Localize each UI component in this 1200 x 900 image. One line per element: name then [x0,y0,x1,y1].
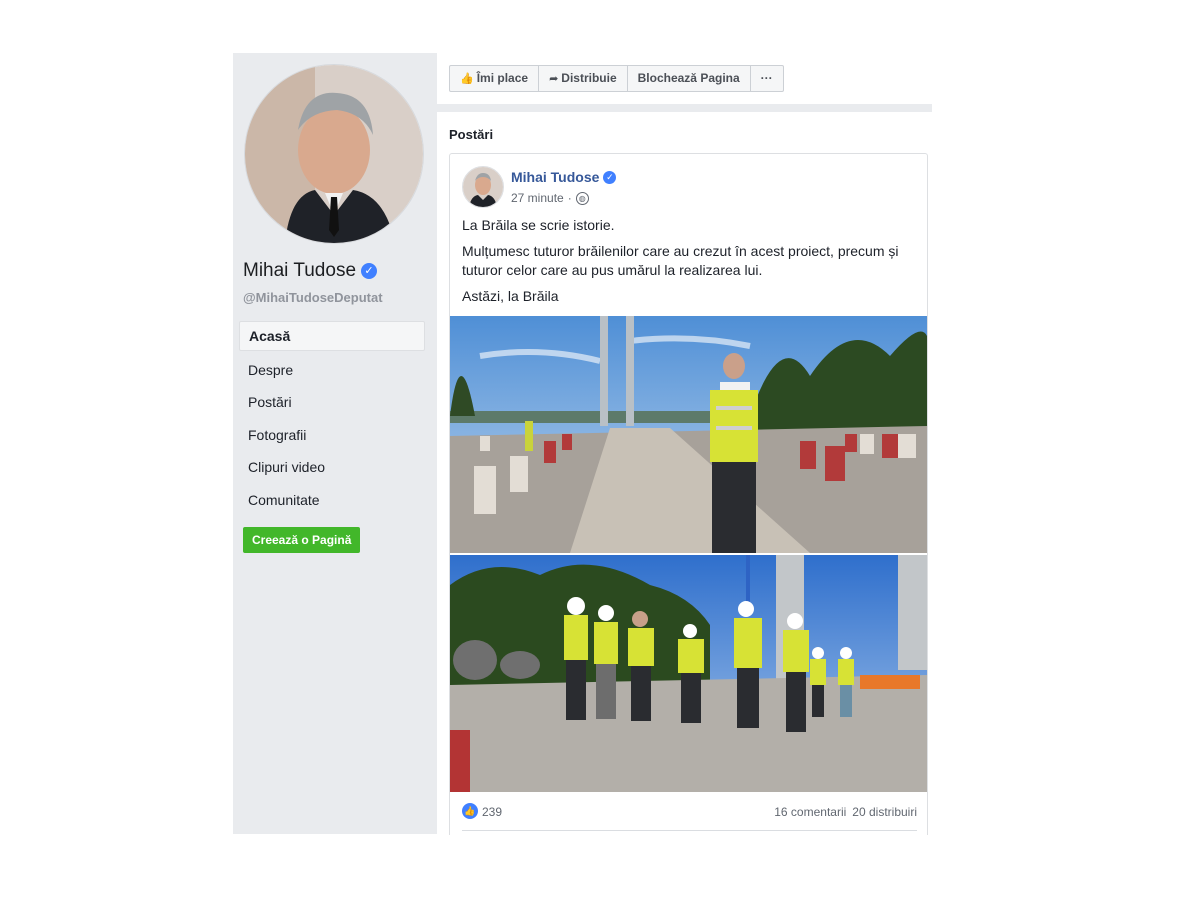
photo-group-hivis [450,555,927,792]
verified-badge-icon: ✓ [361,263,378,279]
page-name[interactable]: Mihai Tudose ✓ [243,260,378,282]
post-author[interactable]: Mihai Tudose ✓ [511,169,617,185]
verified-badge-icon: ✓ [603,170,617,184]
share-page-label: Distribuie [561,71,617,85]
reaction-count[interactable]: 239 [482,805,502,819]
more-options-button[interactable]: ··· [751,66,783,91]
post-paragraph: Mulțumesc tuturor brăilenilor care au cr… [462,243,899,278]
post-meta: 27 minute · ◍ [511,191,589,205]
sidebar-nav: Acasă Despre Postări Fotografii Clipuri … [239,321,425,518]
post-paragraph: Astăzi, la Brăila [462,288,559,304]
block-page-button[interactable]: Blochează Pagina [628,66,751,91]
thumbs-up-icon[interactable]: 👍 [462,803,478,819]
meta-separator: · [567,191,572,205]
sidebar-item-community[interactable]: Comunitate [239,486,425,514]
post-paragraph: La Brăila se scrie istorie. [462,217,615,233]
page-handle[interactable]: @MihaiTudoseDeputat [243,290,383,305]
like-page-button[interactable]: 👍 Îmi place [450,66,540,91]
engagement-counts: 16 comentarii 20 distribuiri [774,805,917,819]
post-author-name: Mihai Tudose [511,169,600,185]
post-stats: 👍 239 16 comentarii 20 distribuiri [462,802,917,824]
sidebar-item-home[interactable]: Acasă [239,321,425,351]
post-body: La Brăila se scrie istorie. Mulțumesc tu… [462,216,917,313]
page-name-text: Mihai Tudose [243,260,357,281]
post-author-avatar[interactable] [462,166,504,208]
sidebar-item-videos[interactable]: Clipuri video [239,453,425,481]
stats-divider [462,830,917,831]
profile-photo-image [245,65,423,243]
like-page-label: Îmi place [476,71,529,85]
thumbs-up-icon: 👍 [460,73,474,85]
share-page-button[interactable]: ➦ Distribuie [539,66,628,91]
post-card: Mihai Tudose ✓ 27 minute · ◍ La Brăila s… [449,153,928,835]
sidebar-item-about[interactable]: Despre [239,356,425,384]
comments-count[interactable]: 16 comentarii [774,805,846,819]
photo-road-pylons [450,316,927,553]
post-photo-1[interactable] [450,316,927,553]
profile-picture[interactable] [245,65,423,243]
left-sidebar: Mihai Tudose ✓ @MihaiTudoseDeputat Acasă… [233,53,437,834]
posts-header: Postări [449,127,494,142]
post-timestamp[interactable]: 27 minute [511,191,564,205]
posts-section: Postări Mihai Tudose ✓ 27 minute · ◍ La … [437,116,932,835]
post-photo-2[interactable] [450,555,927,792]
shares-count[interactable]: 20 distribuiri [852,805,917,819]
sidebar-item-photos[interactable]: Fotografii [239,421,425,449]
create-page-button[interactable]: Creează o Pagină [243,527,361,553]
avatar-image [463,167,503,207]
globe-icon[interactable]: ◍ [575,191,589,205]
page-action-bar: 👍 Îmi place ➦ Distribuie Blochează Pagina … [437,53,932,112]
share-arrow-icon: ➦ [549,73,559,85]
sidebar-item-posts[interactable]: Postări [239,388,425,416]
action-button-group: 👍 Îmi place ➦ Distribuie Blochează Pagina … [449,65,784,92]
